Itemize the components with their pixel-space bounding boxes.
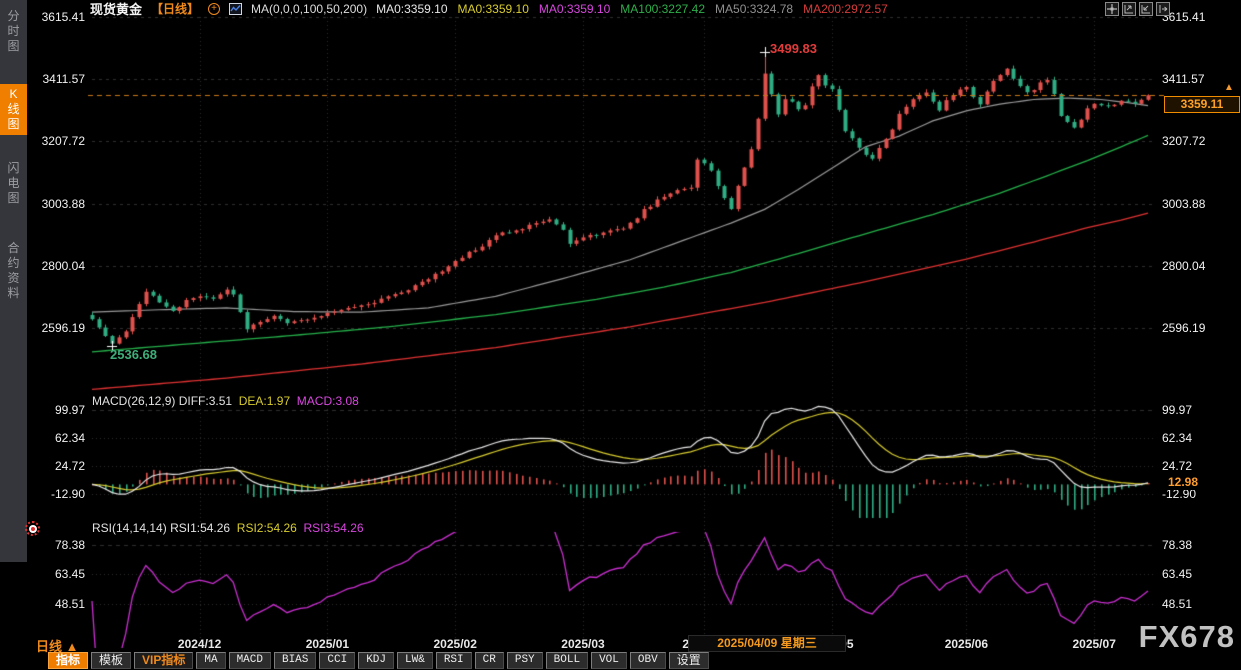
ma-settings-label: MA(0,0,0,100,50,200) xyxy=(251,2,367,16)
date-tooltip: 2025/04/09 星期三 xyxy=(688,635,846,652)
ma-value-2: MA0:3359.10 xyxy=(539,2,610,16)
sidebar-item-time-chart[interactable]: 分时图 xyxy=(0,6,27,57)
watermark: FX678 xyxy=(1139,619,1235,655)
toolbar-button-lwr[interactable]: LW& xyxy=(397,652,433,669)
rsi-header: RSI(14,14,14) RSI1:54.26 RSI2:54.26 RSI3… xyxy=(92,521,364,535)
ma-values: MA0:3359.10 MA0:3359.10 MA0:3359.10 MA100:3… xyxy=(376,2,888,16)
toolbar-button-bias[interactable]: BIAS xyxy=(274,652,316,669)
toolbar-button-template[interactable]: 模板 xyxy=(91,652,131,669)
zoom-in-tool-icon[interactable] xyxy=(1122,2,1136,16)
indicator-toolbar: 指标模板VIP指标MAMACDBIASCCIKDJLW&RSICRPSYBOLL… xyxy=(48,652,709,670)
ma-value-4: MA50:3324.78 xyxy=(715,2,793,16)
low-annotation: 2536.68 xyxy=(110,347,157,362)
left-sidebar: 分时图 K线图闪电图合约资料 xyxy=(0,0,27,562)
sidebar-item-lightning-chart[interactable]: 闪电图 xyxy=(0,158,27,209)
macd-diff-value: DIFF:3.51 xyxy=(179,394,232,408)
chart-tools xyxy=(1105,2,1170,16)
chart-type-icon[interactable] xyxy=(229,3,242,15)
toolbar-button-settings[interactable]: 设置 xyxy=(669,652,709,669)
rsi-title: RSI(14,14,14) xyxy=(92,521,167,535)
plus-circle-icon[interactable]: + xyxy=(208,3,220,15)
date-axis-label: 2024/12 xyxy=(172,637,228,651)
current-price-tag: 3359.11 xyxy=(1164,96,1240,113)
crosshair-tool-icon[interactable] xyxy=(1105,2,1119,16)
macd-header: MACD(26,12,9) DIFF:3.51 DEA:1.97 MACD:3.… xyxy=(92,394,359,408)
date-axis-label: 2025/01 xyxy=(299,637,355,651)
toolbar-button-ma[interactable]: MA xyxy=(196,652,225,669)
toolbar-button-vol[interactable]: VOL xyxy=(591,652,627,669)
macd-value-tag: 12.98 xyxy=(1164,474,1228,490)
high-annotation: 3499.83 xyxy=(770,41,817,56)
rsi2-value: RSI2:54.26 xyxy=(237,521,297,535)
toolbar-button-kdj[interactable]: KDJ xyxy=(358,652,394,669)
price-marker-icon: ▲ xyxy=(1224,82,1234,93)
macd-macd-value: MACD:3.08 xyxy=(297,394,359,408)
toolbar-button-cci[interactable]: CCI xyxy=(319,652,355,669)
toolbar-button-obv[interactable]: OBV xyxy=(630,652,666,669)
toolbar-button-macd[interactable]: MACD xyxy=(229,652,271,669)
date-axis-label: 2025/02 xyxy=(427,637,483,651)
macd-title: MACD(26,12,9) xyxy=(92,394,175,408)
ma-value-3: MA100:3227.42 xyxy=(620,2,705,16)
toolbar-button-boll[interactable]: BOLL xyxy=(546,652,588,669)
rsi3-value: RSI3:54.26 xyxy=(304,521,364,535)
date-axis-label: 2025/03 xyxy=(555,637,611,651)
topbar: 现货黄金 【日线】 + MA(0,0,0,100,50,200) MA0:335… xyxy=(90,1,888,16)
sidebar-item-kline-chart[interactable]: K线图 xyxy=(0,84,27,135)
period-badge[interactable]: 【日线】 xyxy=(151,0,199,17)
toolbar-button-rsi[interactable]: RSI xyxy=(436,652,472,669)
date-axis-label: 2025/06 xyxy=(938,637,994,651)
toolbar-button-vip-indicator[interactable]: VIP指标 xyxy=(134,652,193,669)
toolbar-button-indicator[interactable]: 指标 xyxy=(48,652,88,669)
toolbar-button-cr[interactable]: CR xyxy=(475,652,504,669)
ma-value-1: MA0:3359.10 xyxy=(458,2,529,16)
rsi1-value: RSI1:54.26 xyxy=(170,521,230,535)
sidebar-item-contract-info[interactable]: 合约资料 xyxy=(0,238,27,304)
chart-canvas[interactable] xyxy=(0,0,1241,670)
toolbar-button-psy[interactable]: PSY xyxy=(507,652,543,669)
pan-tool-icon[interactable] xyxy=(1156,2,1170,16)
indicator-settings-icon[interactable] xyxy=(25,521,40,536)
symbol-name: 现货黄金 xyxy=(90,0,142,18)
date-axis-label: 2025/07 xyxy=(1066,637,1122,651)
ma-value-0: MA0:3359.10 xyxy=(376,2,447,16)
macd-dea-value: DEA:1.97 xyxy=(239,394,290,408)
zoom-out-tool-icon[interactable] xyxy=(1139,2,1153,16)
ma-value-5: MA200:2972.57 xyxy=(803,2,888,16)
